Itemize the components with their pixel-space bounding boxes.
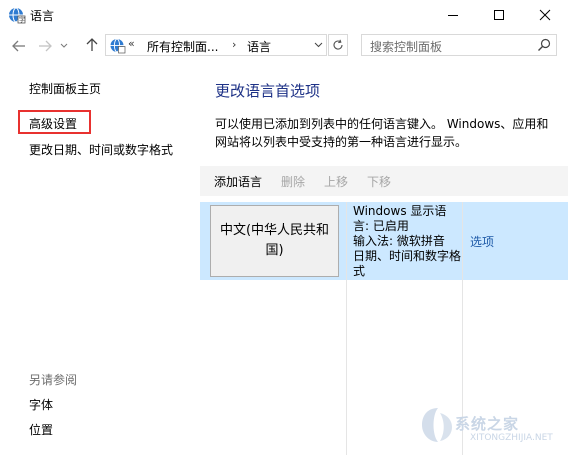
- see-also-fonts[interactable]: 字体: [29, 396, 53, 413]
- breadcrumb-all-control-panel-items[interactable]: 所有控制面...: [147, 38, 218, 55]
- search-icon[interactable]: [537, 38, 551, 52]
- search-input[interactable]: 搜索控制面板: [361, 34, 557, 56]
- recent-locations-button[interactable]: [58, 38, 70, 54]
- window-title: 语言: [30, 9, 55, 23]
- see-also-location[interactable]: 位置: [29, 421, 53, 438]
- forward-button[interactable]: [36, 38, 54, 54]
- language-name-button[interactable]: 中文(中华人民共和国): [210, 205, 339, 277]
- breadcrumb-language[interactable]: 语言: [247, 38, 271, 55]
- search-placeholder: 搜索控制面板: [370, 40, 443, 54]
- sidebar-item-control-panel-home[interactable]: 控制面板主页: [29, 80, 101, 97]
- arrow-right-icon: [39, 40, 52, 52]
- language-display-status: Windows 显示语言: 已启用: [353, 204, 447, 233]
- breadcrumb-separator[interactable]: ›: [232, 38, 236, 51]
- control-panel-icon: [109, 37, 126, 54]
- page-description: 可以使用已添加到列表中的任何语言键入。 Windows、应用和网站将以列表中受支…: [215, 117, 549, 149]
- add-language-button[interactable]: 添加语言: [214, 173, 262, 190]
- watermark-url: XITONGZHIJIA.NET: [470, 433, 553, 443]
- language-format: 日期、时间和数字格式: [353, 249, 462, 278]
- column-divider: [346, 202, 347, 455]
- language-toolbar: 添加语言 删除 上移 下移: [200, 166, 568, 196]
- svg-text:字: 字: [19, 16, 25, 24]
- back-button[interactable]: [10, 38, 28, 54]
- remove-button[interactable]: 删除: [281, 173, 305, 190]
- page-title: 更改语言首选项: [215, 82, 321, 100]
- refresh-button[interactable]: [328, 34, 348, 56]
- sidebar-item-advanced-settings[interactable]: 高级设置: [29, 115, 77, 132]
- address-dropdown-button[interactable]: [310, 37, 326, 53]
- address-overflow[interactable]: «: [128, 37, 135, 50]
- move-up-button[interactable]: 上移: [324, 173, 348, 190]
- language-input-method: 输入法: 微软拼音: [353, 234, 445, 248]
- language-name: 中文(中华人民共和国): [219, 223, 330, 258]
- sidebar-item-change-date-time-format[interactable]: 更改日期、时间或数字格式: [29, 141, 173, 158]
- language-options-link[interactable]: 选项: [470, 233, 494, 250]
- language-info: Windows 显示语言: 已启用 输入法: 微软拼音 日期、时间和数字格式: [353, 204, 461, 279]
- language-app-icon: 字: [8, 6, 26, 24]
- arrow-up-icon: [86, 38, 98, 51]
- address-bar[interactable]: « 所有控制面... › 语言: [105, 34, 327, 56]
- watermark-text: 系统之家: [455, 415, 520, 433]
- up-button[interactable]: [83, 37, 101, 53]
- move-down-button[interactable]: 下移: [367, 173, 391, 190]
- title-bar: 字 语言: [0, 0, 568, 30]
- maximize-button[interactable]: [476, 0, 522, 30]
- close-button[interactable]: [522, 0, 568, 30]
- chevron-down-icon: [314, 42, 322, 48]
- chevron-down-icon: [60, 43, 68, 48]
- minimize-button[interactable]: [430, 0, 476, 30]
- refresh-icon: [333, 39, 343, 50]
- see-also-heading: 另请参阅: [29, 373, 78, 387]
- arrow-left-icon: [12, 40, 25, 52]
